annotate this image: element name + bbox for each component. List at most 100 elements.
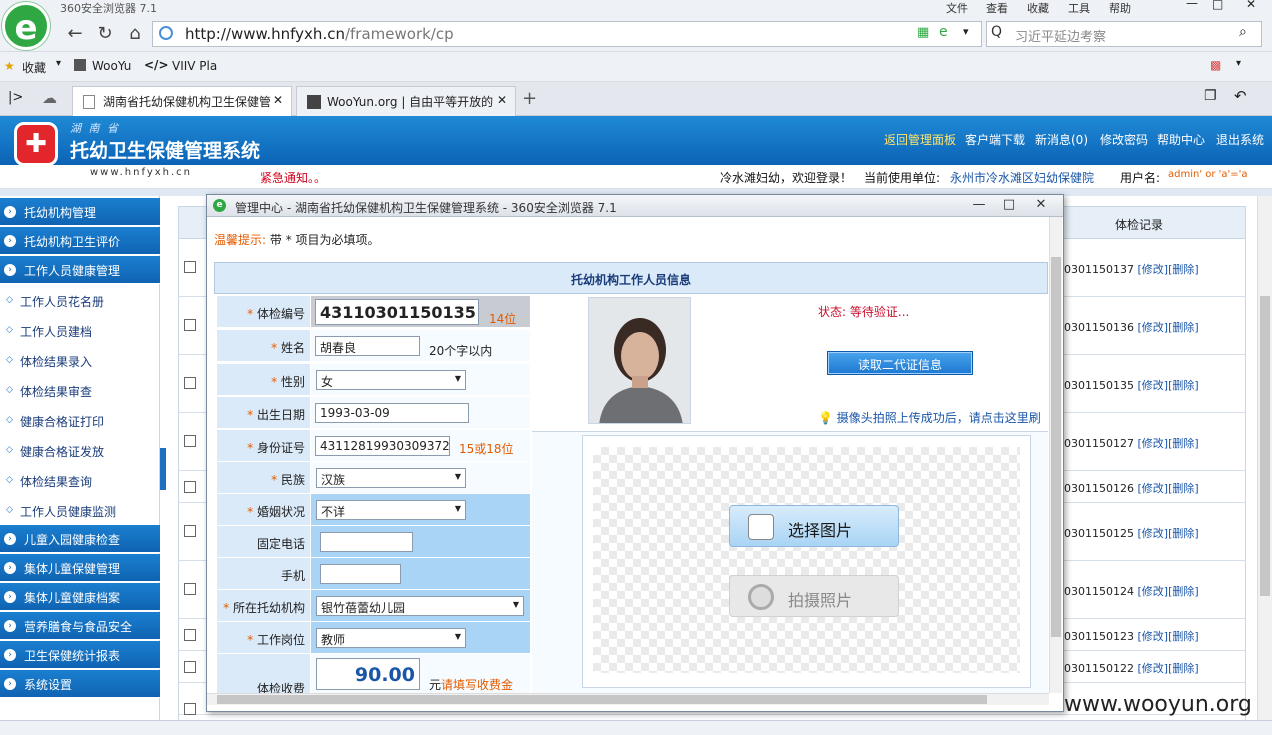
menu-file[interactable]: 文件 xyxy=(946,0,968,16)
close-icon[interactable]: ✕ xyxy=(1246,0,1256,11)
row-checkbox[interactable] xyxy=(184,435,196,447)
maximize-icon[interactable]: □ xyxy=(1212,0,1223,11)
delete-link[interactable]: [删除] xyxy=(1168,263,1199,276)
close-icon[interactable]: ✕ xyxy=(273,93,283,107)
minimize-icon[interactable]: — xyxy=(964,196,994,214)
edit-link[interactable]: [修改] xyxy=(1138,379,1169,392)
nav-section-statistics[interactable]: › 卫生保健统计报表 xyxy=(0,641,160,669)
delete-link[interactable]: [删除] xyxy=(1168,482,1199,495)
minimize-icon[interactable]: — xyxy=(1186,0,1198,10)
home-icon[interactable]: ⌂ xyxy=(122,21,148,47)
menu-view[interactable]: 查看 xyxy=(986,0,1008,16)
nav-item-cert-print[interactable]: ◇ 健康合格证打印 xyxy=(0,405,160,435)
cloud-icon[interactable]: ☁ xyxy=(42,89,57,107)
ie-mode-icon[interactable]: e xyxy=(939,24,948,40)
nav-item-exam-query[interactable]: ◇ 体检结果查询 xyxy=(0,465,160,495)
row-checkbox[interactable] xyxy=(184,377,196,389)
delete-link[interactable]: [删除] xyxy=(1168,662,1199,675)
row-checkbox[interactable] xyxy=(184,481,196,493)
dialog-vertical-scrollbar[interactable] xyxy=(1049,217,1062,693)
new-tab-button[interactable]: + xyxy=(522,88,537,109)
link-logout[interactable]: 退出系统 xyxy=(1216,131,1264,148)
id-no-input[interactable]: 431128199303093720 xyxy=(315,436,450,456)
name-input[interactable]: 胡春良 xyxy=(315,336,420,356)
chevron-down-icon[interactable]: ▾ xyxy=(963,25,969,38)
mobile-input[interactable] xyxy=(320,564,401,584)
dialog-title-bar[interactable]: e 管理中心 - 湖南省托幼保健机构卫生保健管理系统 - 360安全浏览器 7.… xyxy=(207,195,1063,217)
link-change-password[interactable]: 修改密码 xyxy=(1100,131,1148,148)
edit-link[interactable]: [修改] xyxy=(1138,482,1169,495)
nav-item-exam-review[interactable]: ◇ 体检结果审查 xyxy=(0,375,160,405)
marital-select[interactable]: 不详 xyxy=(316,500,466,520)
link-help[interactable]: 帮助中心 xyxy=(1157,131,1205,148)
bookmarks-menu[interactable]: 收藏 xyxy=(22,59,46,76)
refresh-icon[interactable]: ↻ xyxy=(92,21,118,47)
row-checkbox[interactable] xyxy=(184,661,196,673)
qr-icon[interactable]: ▦ xyxy=(917,25,929,40)
menu-favorites[interactable]: 收藏 xyxy=(1027,0,1049,16)
org-select[interactable]: 银竹蓓蕾幼儿园 xyxy=(316,596,524,616)
edit-link[interactable]: [修改] xyxy=(1138,630,1169,643)
search-bar[interactable]: Q 习近平延边考察 ⌕ xyxy=(986,21,1262,47)
row-checkbox[interactable] xyxy=(184,319,196,331)
tab-wooyun[interactable]: WooYun.org | 自由平等开放的 ✕ xyxy=(296,86,516,116)
scrollbar-thumb[interactable] xyxy=(1260,296,1270,596)
phone-input[interactable] xyxy=(320,532,413,552)
edit-link[interactable]: [修改] xyxy=(1138,321,1169,334)
search-input[interactable]: 习近平延边考察 xyxy=(1015,26,1106,45)
tab-hnfyxh[interactable]: 湖南省托幼保健机构卫生保健管 ✕ xyxy=(72,86,292,116)
row-checkbox[interactable] xyxy=(184,525,196,537)
edit-link[interactable]: [修改] xyxy=(1138,662,1169,675)
delete-link[interactable]: [删除] xyxy=(1168,321,1199,334)
delete-link[interactable]: [删除] xyxy=(1168,585,1199,598)
link-back-panel[interactable]: 返回管理面板 xyxy=(884,131,956,148)
nav-section-child-records[interactable]: › 集体儿童健康档案 xyxy=(0,583,160,611)
link-messages[interactable]: 新消息(0) xyxy=(1035,131,1088,148)
birth-input[interactable]: 1993-03-09 xyxy=(315,403,469,423)
gender-select[interactable]: 女 xyxy=(316,370,466,390)
edit-link[interactable]: [修改] xyxy=(1138,527,1169,540)
search-icon[interactable]: ⌕ xyxy=(1239,24,1247,40)
exam-no-input[interactable]: 43110301150135 xyxy=(315,299,479,325)
chevron-down-icon[interactable]: ▾ xyxy=(1236,58,1241,69)
row-checkbox[interactable] xyxy=(184,629,196,641)
nav-item-cert-issue[interactable]: ◇ 健康合格证发放 xyxy=(0,435,160,465)
edit-link[interactable]: [修改] xyxy=(1138,437,1169,450)
ethnic-select[interactable]: 汉族 xyxy=(316,468,466,488)
apps-icon[interactable]: ▩ xyxy=(1210,58,1221,72)
link-client-download[interactable]: 客户端下载 xyxy=(965,131,1025,148)
nav-section-kindergarten-mgmt[interactable]: › 托幼机构管理 xyxy=(0,198,160,226)
nav-item-staff-record[interactable]: ◇ 工作人员建档 xyxy=(0,315,160,345)
urgent-notice[interactable]: 紧急通知。。 xyxy=(260,169,326,186)
page-scrollbar[interactable] xyxy=(1257,196,1272,720)
delete-link[interactable]: [删除] xyxy=(1168,630,1199,643)
back-icon[interactable]: ← xyxy=(62,21,88,47)
nav-section-group-child-care[interactable]: › 集体儿童保健管理 xyxy=(0,554,160,582)
row-checkbox[interactable] xyxy=(184,583,196,595)
row-checkbox[interactable] xyxy=(184,703,196,715)
bookmark-wooyu[interactable]: WooYu xyxy=(92,59,131,73)
edit-link[interactable]: [修改] xyxy=(1138,585,1169,598)
select-image-button[interactable]: 选择图片 xyxy=(729,505,899,547)
search-engine-icon[interactable]: Q xyxy=(991,24,1002,40)
undo-icon[interactable]: ↶ xyxy=(1234,87,1247,105)
nav-section-settings[interactable]: › 系统设置 xyxy=(0,670,160,698)
scrollbar-thumb[interactable] xyxy=(217,695,987,704)
edit-link[interactable]: [修改] xyxy=(1138,263,1169,276)
restore-tab-icon[interactable]: ❐ xyxy=(1204,88,1217,104)
menu-help[interactable]: 帮助 xyxy=(1109,0,1131,16)
address-bar[interactable]: http://www.hnfyxh.cn/framework/cp ▦ e ▾ xyxy=(152,21,982,47)
bookmark-viiv[interactable]: VIIV Pla xyxy=(172,59,217,73)
delete-link[interactable]: [删除] xyxy=(1168,437,1199,450)
close-icon[interactable]: ✕ xyxy=(1026,196,1056,214)
nav-item-exam-entry[interactable]: ◇ 体检结果录入 xyxy=(0,345,160,375)
menu-tools[interactable]: 工具 xyxy=(1068,0,1090,16)
nav-item-health-monitor[interactable]: ◇ 工作人员健康监测 xyxy=(0,495,160,525)
chevron-down-icon[interactable]: ▾ xyxy=(56,58,61,69)
scrollbar-thumb[interactable] xyxy=(1051,257,1061,637)
nav-collapse-handle[interactable] xyxy=(160,448,166,490)
read-id-card-button[interactable]: 读取二代证信息 xyxy=(827,351,973,375)
delete-link[interactable]: [删除] xyxy=(1168,379,1199,392)
nav-section-staff-health[interactable]: › 工作人员健康管理 xyxy=(0,256,160,284)
maximize-icon[interactable]: □ xyxy=(994,196,1024,214)
